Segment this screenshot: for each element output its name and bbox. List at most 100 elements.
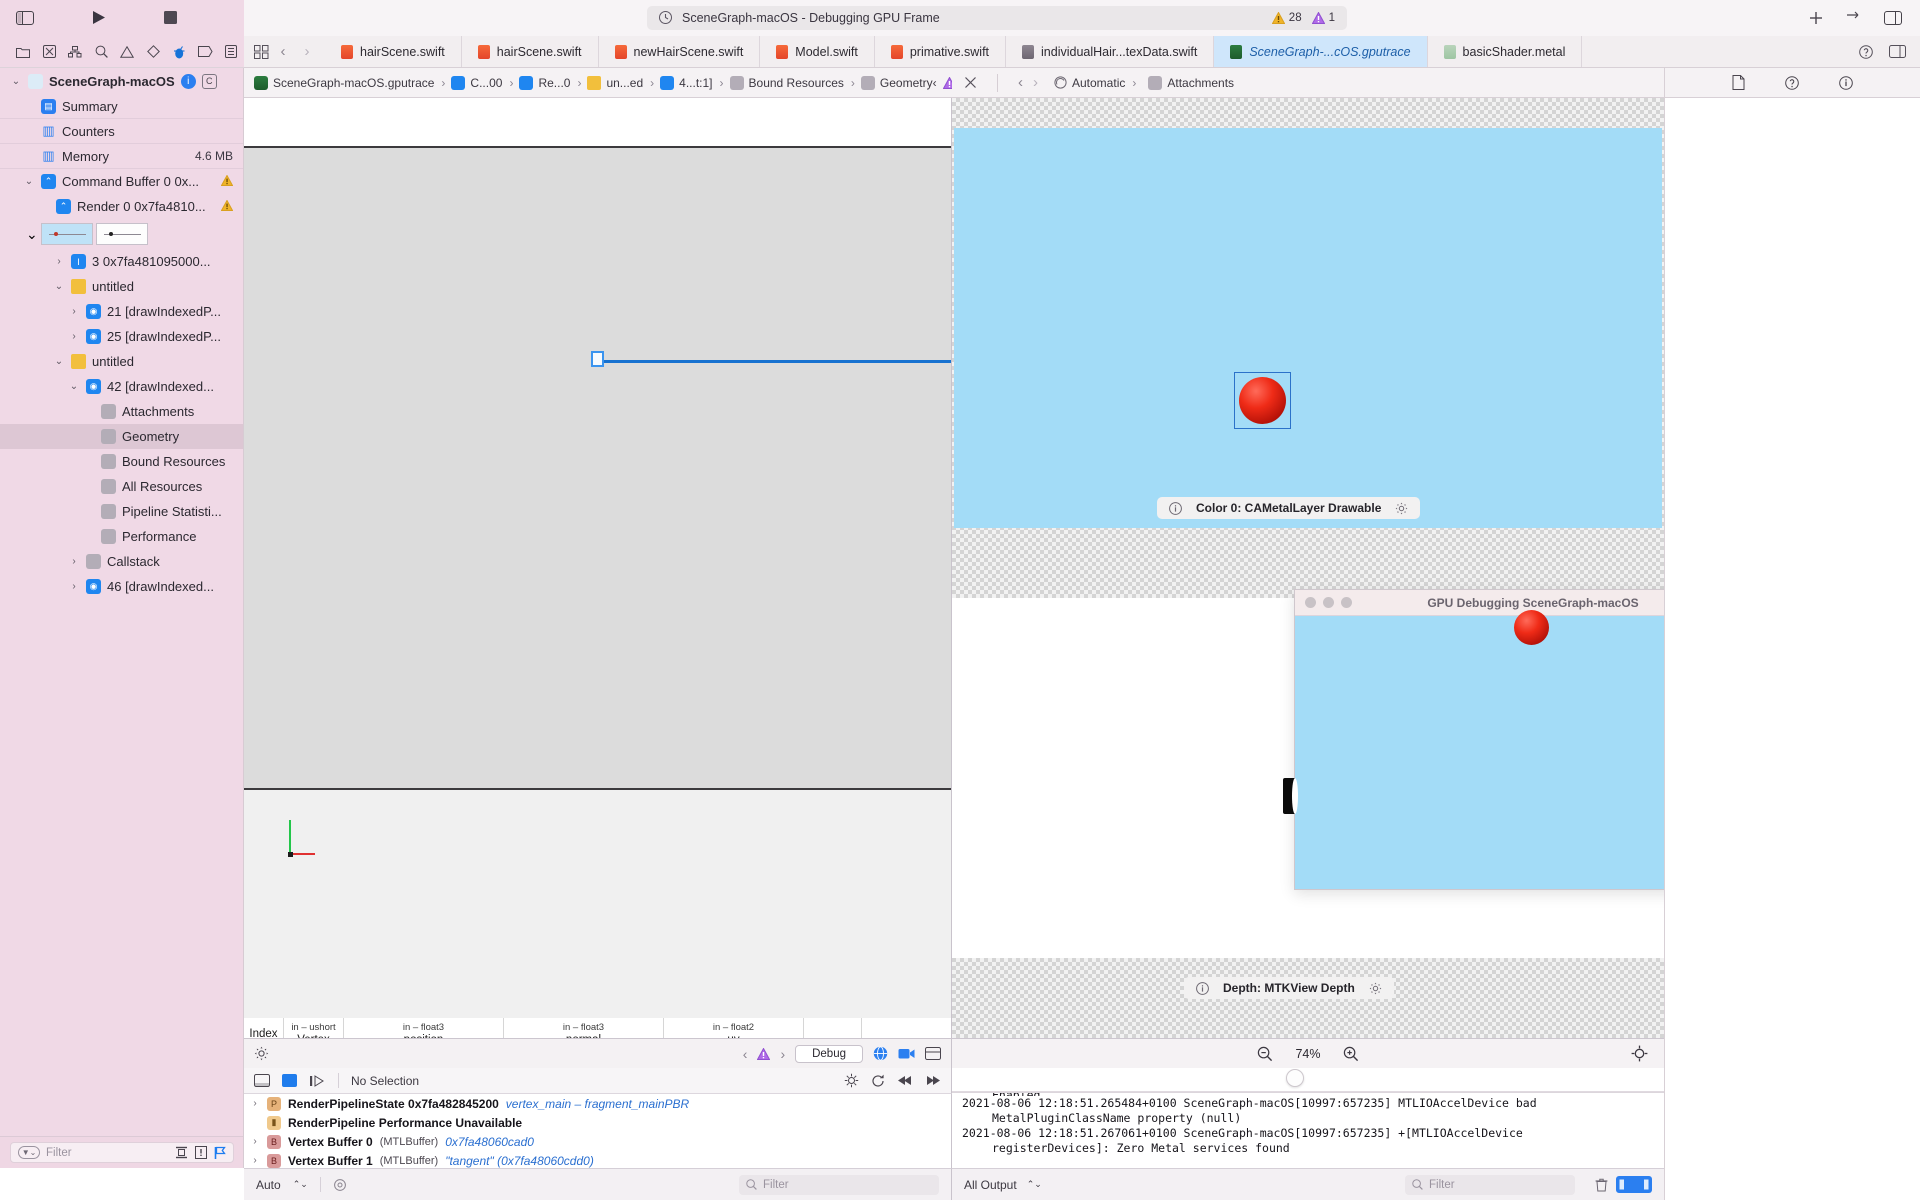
step-controls-icon[interactable] (309, 1074, 326, 1087)
filter-input[interactable]: ▼⌄ Filter (10, 1142, 234, 1163)
show-variables-button[interactable] (1616, 1176, 1634, 1193)
clear-console-trash-icon[interactable] (1595, 1178, 1608, 1192)
toggle-inspector-icon[interactable] (1884, 10, 1902, 25)
editor-tab[interactable]: SceneGraph-...cOS.gputrace (1214, 36, 1428, 67)
chevron-right-icon[interactable]: › (250, 1136, 260, 1147)
breadcrumb-item[interactable]: Re...0 › (519, 75, 583, 90)
add-editor-icon[interactable] (1809, 11, 1823, 25)
breadcrumb-item[interactable]: Bound Resources › (729, 75, 857, 90)
chevron-down-icon[interactable]: ⌄ (68, 381, 80, 392)
breadcrumb-item[interactable]: SceneGraph-macOS.gputrace › (254, 75, 447, 90)
auto-scope-selector[interactable]: Auto (256, 1178, 281, 1192)
recenter-button[interactable] (1631, 1045, 1648, 1062)
toggle-navigator-icon[interactable] (16, 10, 34, 25)
console-split-toggle[interactable] (1616, 1176, 1652, 1193)
info-icon[interactable] (1169, 501, 1182, 515)
prev-warning-button[interactable]: ‹ (743, 1046, 748, 1062)
resource-row[interactable]: › B Vertex Buffer 1 (MTLBuffer) "tangent" (0… (244, 1151, 951, 1168)
c-badge[interactable]: C (201, 73, 217, 89)
show-console-button[interactable] (1634, 1176, 1652, 1193)
geometry-canvas[interactable] (244, 148, 951, 788)
resource-row[interactable]: ›▮RenderPipeline Performance Unavailable (244, 1113, 951, 1132)
chevron-down-icon[interactable]: ⌄ (26, 226, 38, 243)
project-navigator-icon[interactable] (10, 41, 36, 63)
navigator-item-render-0-0x7fa4810[interactable]: ›⌃Render 0 0x7fa4810... (0, 194, 243, 219)
chevron-down-icon[interactable]: ⌄ (53, 281, 65, 292)
slider-knob[interactable] (1286, 1069, 1304, 1087)
chevron-down-icon[interactable]: ⌄ (53, 356, 65, 367)
geometry-vertex-handle[interactable] (591, 351, 604, 367)
attachment-back-button[interactable]: ‹ (1018, 74, 1023, 91)
chevron-right-icon[interactable]: › (68, 556, 80, 567)
chevron-down-icon[interactable]: ⌄ (23, 176, 35, 187)
breadcrumb-item[interactable]: C...00 › (451, 75, 515, 90)
go-back-button[interactable]: ‹ (273, 43, 293, 60)
editor-tab[interactable]: primative.swift (875, 36, 1007, 67)
editor-options-icon[interactable] (1845, 11, 1862, 24)
project-twisty[interactable]: ⌄ (10, 76, 22, 87)
resource-row[interactable]: › P RenderPipelineState 0x7fa482845200 vert… (244, 1094, 951, 1113)
navigator-item-46-drawindexed[interactable]: › ◉ 46 [drawIndexed... (0, 574, 243, 599)
debug-view-hierarchy-icon[interactable] (844, 1073, 859, 1088)
issue-navigator-icon[interactable] (114, 41, 140, 63)
debug-view-toggle[interactable] (282, 1074, 297, 1087)
breadcrumb-item[interactable]: un...ed › (587, 75, 656, 90)
variables-filter-input[interactable]: Filter (739, 1174, 939, 1195)
filter-funnel-icon[interactable]: ▼⌄ (18, 1146, 40, 1159)
output-scope-selector[interactable]: All Output (964, 1178, 1017, 1192)
editor-tab[interactable]: Model.swift (760, 36, 875, 67)
attachment-mode-crumb[interactable]: Automatic › (1054, 76, 1138, 90)
navigator-item-attachments[interactable]: ›Attachments (0, 399, 243, 424)
navigator-item-counters[interactable]: ›▥Counters (0, 119, 243, 144)
navigator-item-untitled[interactable]: ⌄ untitled (0, 349, 243, 374)
selection-rect-color0[interactable] (1234, 372, 1291, 429)
attachment-viewer[interactable]: Color 0: CAMetalLayer Drawable Depth: MT… (952, 98, 1664, 1038)
gear-icon[interactable] (1369, 982, 1382, 995)
attachment-thumbnail-depth[interactable] (95, 223, 148, 245)
output-chevron-icon[interactable]: ⌃⌄ (1027, 1179, 1042, 1190)
breakpoint-navigator-icon[interactable] (192, 41, 218, 63)
navigator-item-42-drawindexed[interactable]: ⌄ ◉ 42 [drawIndexed... (0, 374, 243, 399)
navigator-item-geometry[interactable]: ›Geometry (0, 424, 243, 449)
report-navigator-icon[interactable] (218, 41, 244, 63)
scope-chevron-icon[interactable]: ⌃⌄ (293, 1179, 308, 1190)
console-output[interactable]: Enabled2021-08-06 12:18:51.265484+0100 S… (952, 1092, 1664, 1168)
editor-tab[interactable]: hairScene.swift (325, 36, 462, 67)
breadcrumb-item[interactable]: 4...t:1] › (660, 75, 725, 90)
go-forward-button[interactable]: › (297, 43, 317, 60)
show-issues-icon[interactable] (195, 1146, 207, 1159)
editor-tab[interactable]: newHairScene.swift (599, 36, 761, 67)
symbol-navigator-icon[interactable] (62, 41, 88, 63)
camera-icon[interactable] (898, 1047, 915, 1060)
file-inspector-icon[interactable] (1732, 75, 1745, 90)
navigator-item-performance[interactable]: ›Performance (0, 524, 243, 549)
info-badge[interactable]: i (180, 73, 196, 89)
next-warning-button[interactable]: › (780, 1046, 785, 1062)
navigator-item-untitled[interactable]: ⌄ untitled (0, 274, 243, 299)
chevron-right-icon[interactable]: › (250, 1098, 260, 1109)
source-control-navigator-icon[interactable] (36, 41, 62, 63)
close-attachment-button[interactable] (964, 76, 977, 89)
step-back-icon[interactable] (897, 1075, 913, 1086)
stop-button[interactable] (164, 11, 177, 24)
issue-indicator[interactable]: 1 (1311, 11, 1335, 24)
zoom-in-button[interactable] (1343, 1046, 1359, 1062)
chevron-right-icon[interactable]: › (68, 581, 80, 592)
settings-gear-icon[interactable] (254, 1046, 269, 1061)
depth-caption[interactable]: Depth: MTKView Depth (1184, 977, 1394, 999)
editor-tab[interactable]: hairScene.swift (462, 36, 599, 67)
step-forward-icon[interactable] (925, 1075, 941, 1086)
show-memory-icon[interactable] (175, 1146, 188, 1159)
chevron-right-icon[interactable]: › (68, 306, 80, 317)
layout-icon[interactable] (925, 1047, 941, 1060)
prev-issue-button[interactable]: ‹ (933, 76, 937, 90)
zoom-out-button[interactable] (1257, 1046, 1273, 1062)
chevron-right-icon[interactable]: › (68, 331, 80, 342)
attachment-forward-button[interactable]: › (1033, 74, 1038, 91)
attachment-scroll-slider[interactable] (952, 1068, 1664, 1092)
navigator-item-summary[interactable]: ›▤Summary (0, 94, 243, 119)
color0-attachment-image[interactable] (954, 128, 1662, 528)
split-editor-icon[interactable] (1889, 45, 1906, 58)
chevron-right-icon[interactable]: › (250, 1155, 260, 1166)
chevron-right-icon[interactable]: › (53, 256, 65, 267)
